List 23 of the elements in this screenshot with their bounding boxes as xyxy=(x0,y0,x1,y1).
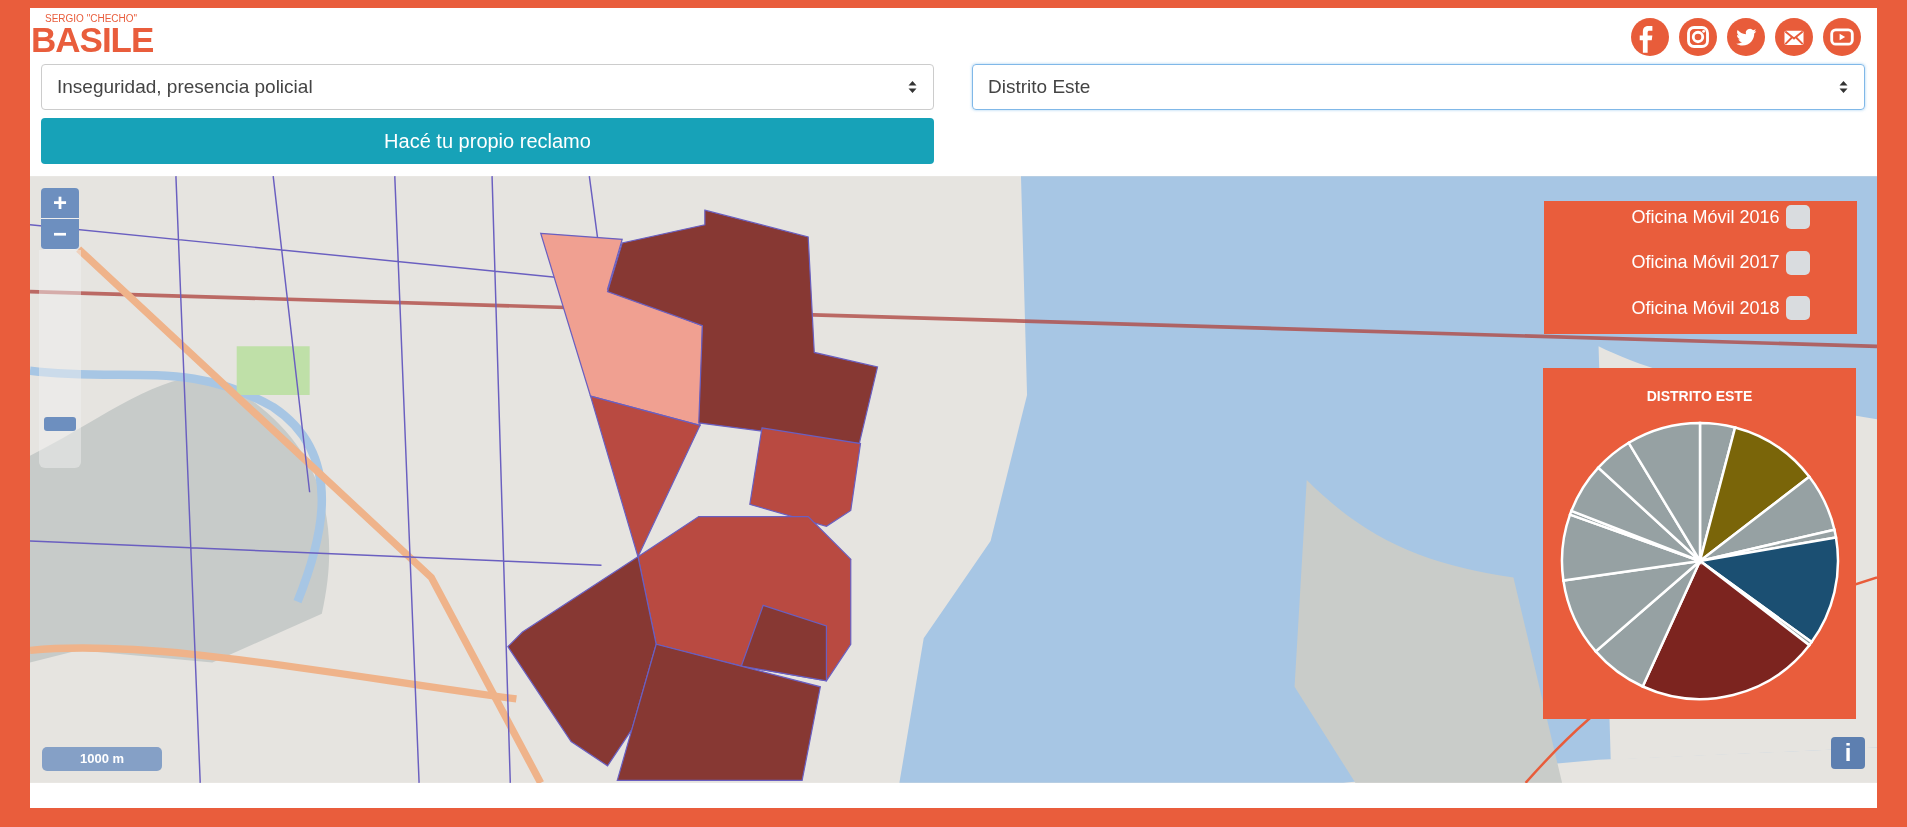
zoom-out-button[interactable]: − xyxy=(41,219,79,250)
zoom-in-button[interactable]: + xyxy=(41,188,79,219)
youtube-icon[interactable] xyxy=(1823,18,1861,56)
layer-checkbox[interactable] xyxy=(1785,296,1810,320)
layer-label: Oficina Móvil 2017 xyxy=(1631,252,1780,273)
facebook-icon[interactable] xyxy=(1631,18,1669,56)
sort-caret-icon xyxy=(908,80,917,94)
category-select[interactable]: Inseguridad, presencia policial xyxy=(41,64,934,110)
chart-title: DISTRITO ESTE xyxy=(1646,388,1753,404)
layer-label: Oficina Móvil 2016 xyxy=(1631,206,1780,228)
district-select[interactable]: Distrito Este xyxy=(972,64,1865,110)
complaint-button[interactable]: Hacé tu propio reclamo xyxy=(41,118,934,164)
twitter-icon[interactable] xyxy=(1727,18,1765,56)
layer-checkbox[interactable] xyxy=(1785,250,1810,275)
layer-label: Oficina Móvil 2018 xyxy=(1631,297,1780,319)
info-button[interactable]: i xyxy=(1831,737,1865,769)
instagram-icon[interactable] xyxy=(1679,18,1717,56)
logo-tagline: SERGIO "CHECHO" xyxy=(44,14,139,24)
scale-bar: 1000 m xyxy=(42,747,162,771)
logo-name: BASILE xyxy=(31,24,154,56)
sort-caret-icon xyxy=(1839,80,1848,94)
mail-icon[interactable] xyxy=(1775,18,1813,56)
layer-checkbox[interactable] xyxy=(1785,205,1810,229)
